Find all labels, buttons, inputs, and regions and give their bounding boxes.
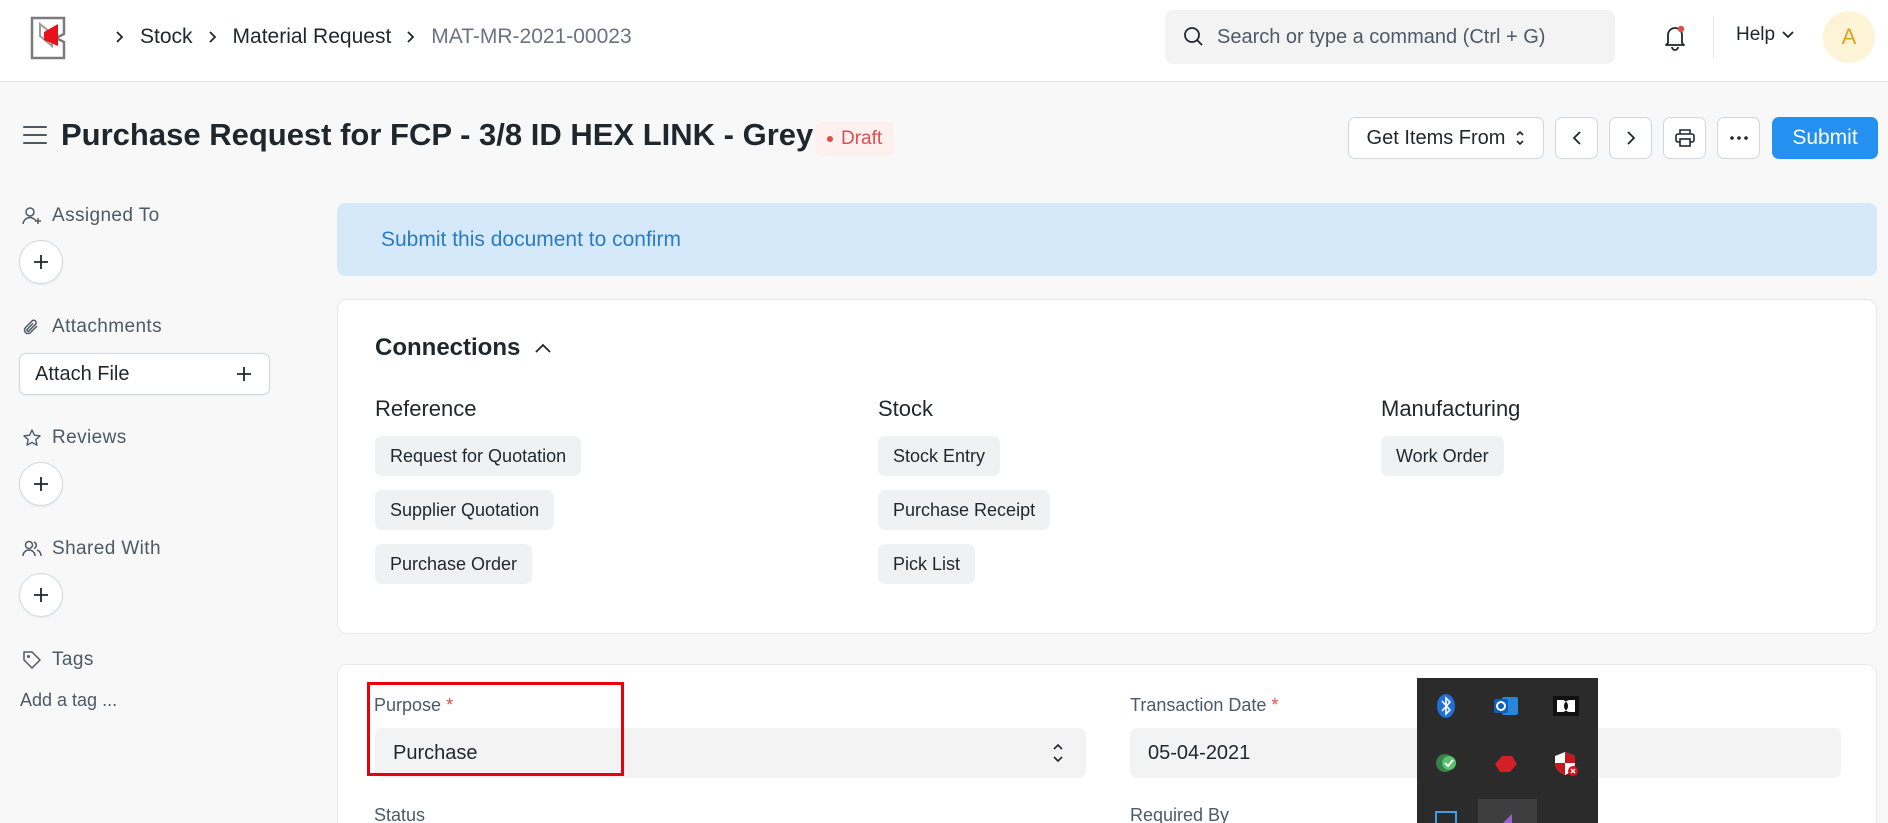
status-badge: Draft <box>815 122 895 156</box>
chevron-right-icon <box>114 29 126 45</box>
link-purchase-order[interactable]: Purchase Order <box>375 544 533 584</box>
paperclip-icon <box>23 319 38 335</box>
chevron-right-icon <box>207 29 219 45</box>
link-work-order[interactable]: Work Order <box>1381 436 1504 476</box>
attach-file-label: Attach File <box>35 362 130 385</box>
star-icon <box>23 429 41 446</box>
submit-button[interactable]: Submit <box>1772 117 1878 159</box>
help-dropdown[interactable]: Help <box>1736 24 1795 46</box>
add-tag-link[interactable]: Add a tag ... <box>20 690 117 711</box>
breadcrumb-material-request[interactable]: Material Request <box>233 25 392 49</box>
tags-section: Tags <box>22 649 94 671</box>
chevron-up-icon <box>535 343 551 353</box>
attach-file-button[interactable]: Attach File <box>19 353 270 395</box>
reviews-section: Reviews <box>22 427 127 449</box>
tag-icon <box>23 651 41 669</box>
breadcrumb-stock[interactable]: Stock <box>140 25 193 49</box>
dolby-icon[interactable] <box>1548 688 1584 724</box>
navbar-divider <box>1713 16 1714 58</box>
breadcrumb-current[interactable]: MAT-MR-2021-00023 <box>431 25 631 49</box>
print-button[interactable] <box>1663 117 1706 159</box>
link-stock-entry[interactable]: Stock Entry <box>878 436 1001 476</box>
shared-with-section: Shared With <box>22 538 161 560</box>
assigned-to-section: Assigned To <box>22 205 160 227</box>
plus-icon <box>237 367 251 381</box>
status-field-label: Status <box>374 805 426 823</box>
assigned-to-label: Assigned To <box>52 205 160 226</box>
security-check-icon[interactable] <box>1428 746 1464 782</box>
add-assignee-button[interactable] <box>19 240 63 284</box>
connections-header[interactable]: Connections <box>375 334 552 362</box>
visual-studio-icon[interactable] <box>1488 802 1524 823</box>
search-bar[interactable] <box>1165 10 1615 64</box>
connections-card: Connections Reference Request for Quotat… <box>337 299 1877 634</box>
users-icon <box>22 540 42 557</box>
user-add-icon <box>22 207 41 225</box>
printer-icon <box>1674 129 1695 147</box>
connections-title: Connections <box>375 334 521 361</box>
page-title: Purchase Request for FCP - 3/8 ID HEX LI… <box>61 117 814 152</box>
purpose-value: Purchase <box>393 741 478 764</box>
select-arrows-icon <box>1516 130 1525 146</box>
help-label: Help <box>1736 24 1776 45</box>
submit-alert-message: Submit this document to confirm <box>381 227 681 251</box>
link-supplier-quotation[interactable]: Supplier Quotation <box>375 490 555 530</box>
get-items-from-button[interactable]: Get Items From <box>1348 117 1544 159</box>
required-by-label: Required By <box>1130 805 1230 823</box>
plus-icon <box>34 588 48 602</box>
app-red-icon[interactable] <box>1488 746 1524 782</box>
avatar[interactable]: A <box>1823 11 1875 63</box>
attachments-section: Attachments <box>22 316 162 338</box>
add-share-button[interactable] <box>19 573 63 617</box>
tags-label: Tags <box>52 649 94 670</box>
purpose-select[interactable]: Purchase <box>375 728 1086 778</box>
required-marker: * <box>446 695 454 715</box>
system-tray-overflow <box>1417 678 1598 823</box>
submit-alert: Submit this document to confirm <box>337 203 1877 276</box>
transaction-date-label: Transaction Date * <box>1130 695 1279 715</box>
chevron-down-icon <box>1782 31 1794 39</box>
link-request-for-quotation[interactable]: Request for Quotation <box>375 436 582 476</box>
chevron-right-icon <box>405 29 417 45</box>
plus-icon <box>34 255 48 269</box>
app-logo-icon[interactable] <box>28 16 74 60</box>
notification-bell-icon[interactable] <box>1660 22 1690 52</box>
navbar: Stock Material Request MAT-MR-2021-00023… <box>0 0 1888 82</box>
connections-column-stock: Stock <box>878 396 934 421</box>
reviews-label: Reviews <box>52 427 127 448</box>
attachments-label: Attachments <box>52 316 163 337</box>
chevron-left-icon <box>1572 131 1581 145</box>
add-review-button[interactable] <box>19 462 63 506</box>
bluetooth-icon[interactable] <box>1428 688 1464 724</box>
ellipsis-icon <box>1729 136 1748 140</box>
required-marker: * <box>1271 695 1279 715</box>
chevron-right-icon <box>1626 131 1635 145</box>
purpose-label: Purpose * <box>374 695 454 715</box>
link-purchase-receipt[interactable]: Purchase Receipt <box>878 490 1051 530</box>
details-card: Purpose * Purchase Transaction Date * 05… <box>337 664 1877 823</box>
get-items-label: Get Items From <box>1366 126 1506 149</box>
select-arrows-icon <box>1053 743 1063 763</box>
display-icon[interactable] <box>1428 802 1464 823</box>
status-dot-icon <box>827 136 833 142</box>
link-pick-list[interactable]: Pick List <box>878 544 976 584</box>
outlook-icon[interactable] <box>1488 688 1524 724</box>
transaction-date-value: 05-04-2021 <box>1148 741 1251 764</box>
shield-alert-icon[interactable] <box>1548 746 1584 782</box>
sidebar-toggle-icon[interactable] <box>22 124 48 146</box>
previous-document-button[interactable] <box>1555 117 1598 159</box>
search-input[interactable] <box>1217 25 1597 49</box>
plus-icon <box>34 477 48 491</box>
status-label: Draft <box>841 128 883 149</box>
shared-with-label: Shared With <box>52 538 161 559</box>
search-icon <box>1184 27 1203 46</box>
more-actions-button[interactable] <box>1717 117 1760 159</box>
connections-column-reference: Reference <box>375 396 477 421</box>
next-document-button[interactable] <box>1609 117 1652 159</box>
connections-column-manufacturing: Manufacturing <box>1381 396 1521 421</box>
breadcrumb: Stock Material Request MAT-MR-2021-00023 <box>100 0 632 74</box>
